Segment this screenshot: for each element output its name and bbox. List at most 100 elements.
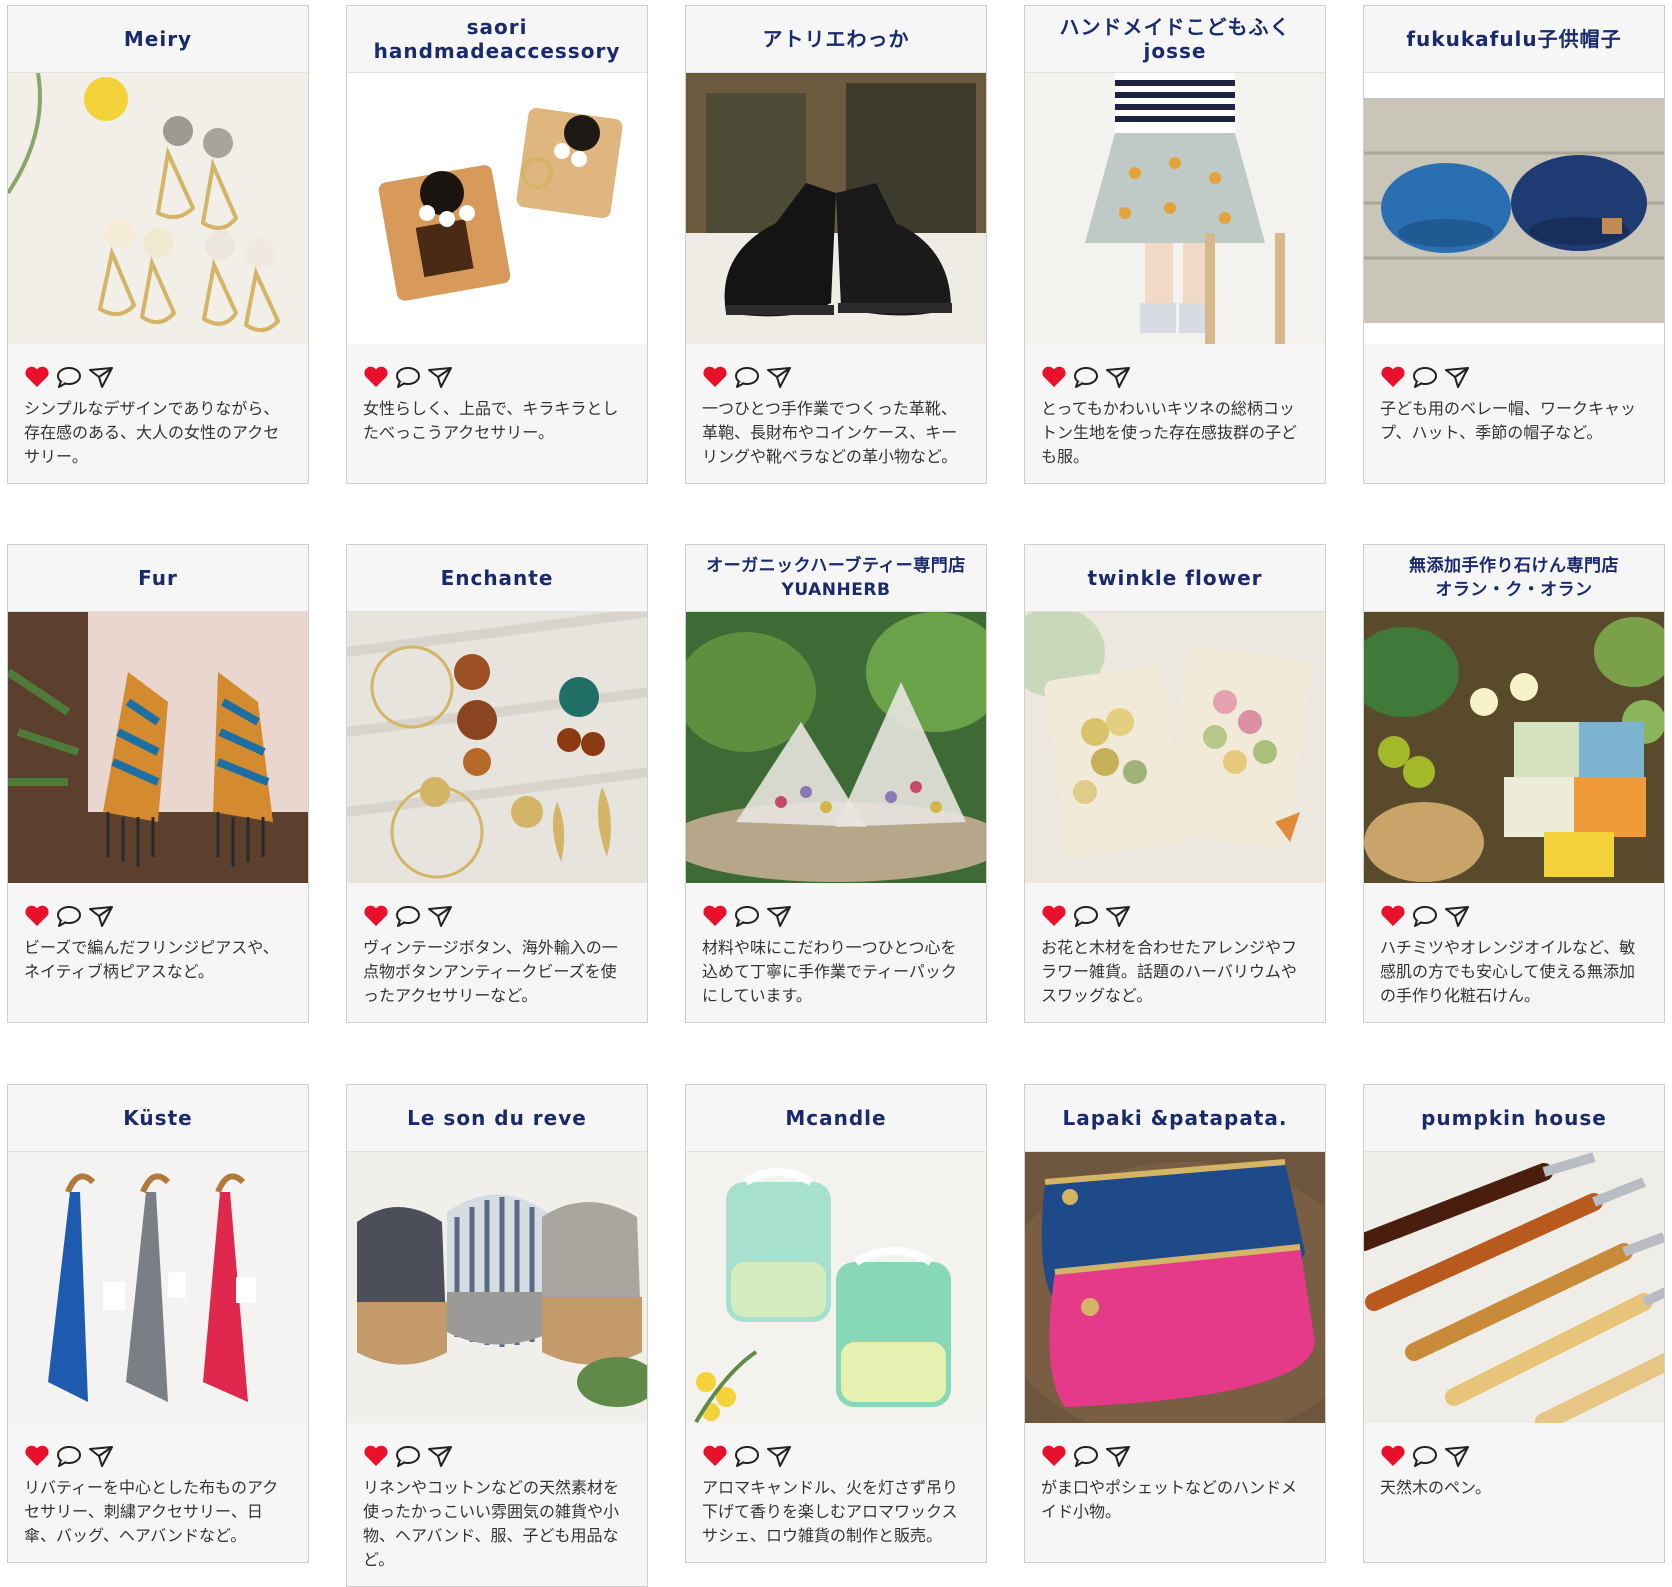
shop-card[interactable]: Fur ビーズで編んだフリンジピアスや、ネイティブ柄ピアスなど。 [7, 544, 309, 1023]
heart-icon[interactable] [24, 366, 50, 388]
action-bar [347, 883, 647, 927]
comment-icon[interactable] [1073, 1445, 1099, 1467]
shop-card[interactable]: Mcandle アロマキャンドル、火を灯さず吊り下げて香りを楽しむアロマワックス… [685, 1084, 987, 1563]
shop-name[interactable]: twinkle flower [1025, 545, 1325, 612]
action-bar [347, 344, 647, 388]
share-icon[interactable] [1444, 366, 1470, 388]
shop-name[interactable]: Fur [8, 545, 308, 612]
shop-card[interactable]: Meiry シンプルなデザインでありながら、存在感のある、大人の女性のアクセサリ… [7, 5, 309, 484]
comment-icon[interactable] [395, 905, 421, 927]
shop-card[interactable]: saori handmadeaccessory 女性らしく、上品で、キラキラとし… [346, 5, 648, 484]
shop-description: 子ども用のベレー帽、ワークキャップ、ハット、季節の帽子など。 [1380, 399, 1637, 442]
shop-card[interactable]: ハンドメイドこどもふくjosse とってもかわいいキツネの総柄コットン生地を使っ… [1024, 5, 1326, 484]
beaded-earrings-photo[interactable] [8, 612, 308, 883]
shop-card[interactable]: twinkle flower お花と木材を合わせたアレンジやフラワー雑貨。話題の… [1024, 544, 1326, 1023]
heart-icon[interactable] [363, 905, 389, 927]
shop-name[interactable]: Enchante [347, 545, 647, 612]
heart-icon[interactable] [702, 1445, 728, 1467]
share-icon[interactable] [88, 366, 114, 388]
shop-name[interactable]: Küste [8, 1085, 308, 1152]
shop-name[interactable]: saori handmadeaccessory [347, 6, 647, 73]
heart-icon[interactable] [702, 366, 728, 388]
comment-icon[interactable] [56, 366, 82, 388]
heart-icon[interactable] [363, 366, 389, 388]
heart-icon[interactable] [1041, 366, 1067, 388]
vintage-buttons-photo[interactable] [347, 612, 647, 883]
tortoiseshell-accessory-photo[interactable] [347, 73, 647, 344]
heart-icon[interactable] [24, 1445, 50, 1467]
comment-icon[interactable] [1412, 905, 1438, 927]
heart-icon[interactable] [1380, 905, 1406, 927]
shop-card[interactable]: pumpkin house 天然木のペン。 [1363, 1084, 1665, 1563]
comment-icon[interactable] [1412, 366, 1438, 388]
comment-icon[interactable] [395, 1445, 421, 1467]
comment-icon[interactable] [1412, 1445, 1438, 1467]
share-icon[interactable] [1105, 1445, 1131, 1467]
comment-icon[interactable] [56, 1445, 82, 1467]
share-icon[interactable] [427, 905, 453, 927]
share-icon[interactable] [427, 366, 453, 388]
shop-name[interactable]: 無添加手作り石けん専門店 オラン・ク・オラン [1364, 545, 1664, 612]
shop-name[interactable]: pumpkin house [1364, 1085, 1664, 1152]
shop-name[interactable]: ハンドメイドこどもふくjosse [1025, 6, 1325, 73]
share-icon[interactable] [766, 1445, 792, 1467]
comment-icon[interactable] [1073, 905, 1099, 927]
shop-card[interactable]: Lapaki &patapata. がま口やポシェットなどのハンドメイド小物。 [1024, 1084, 1326, 1563]
shop-name[interactable]: Meiry [8, 6, 308, 73]
kids-skirt-photo[interactable] [1025, 73, 1325, 344]
heart-icon[interactable] [363, 1445, 389, 1467]
flower-boards-photo[interactable] [1025, 612, 1325, 883]
handmade-soap-photo[interactable] [1364, 612, 1664, 883]
shop-card[interactable]: Küste リバティーを中心とした布ものアクセサリー、刺繍アクセサリー、日傘、バ… [7, 1084, 309, 1563]
heart-icon[interactable] [1041, 1445, 1067, 1467]
comment-icon[interactable] [56, 905, 82, 927]
share-icon[interactable] [88, 905, 114, 927]
candles-photo[interactable] [686, 1152, 986, 1423]
shop-card[interactable]: アトリエわっか 一つひとつ手作業でつくった革靴、革鞄、長財布やコインケース、キー… [685, 5, 987, 484]
heart-icon[interactable] [702, 905, 728, 927]
earrings-photo[interactable] [8, 73, 308, 344]
shop-description: ビーズで編んだフリンジピアスや、ネイティブ柄ピアスなど。 [24, 938, 279, 981]
shop-name[interactable]: fukukafulu子供帽子 [1364, 6, 1664, 73]
share-icon[interactable] [427, 1445, 453, 1467]
leather-shoes-photo[interactable] [686, 73, 986, 344]
shop-card[interactable]: Le son du reve リネンやコットンなどの天然素材を使ったかっこいい雰… [346, 1084, 648, 1587]
shop-description: 一つひとつ手作業でつくった革靴、革鞄、長財布やコインケース、キーリングや靴ベラな… [702, 399, 958, 466]
share-icon[interactable] [1444, 1445, 1470, 1467]
heart-icon[interactable] [1380, 1445, 1406, 1467]
heart-icon[interactable] [24, 905, 50, 927]
shop-card[interactable]: Enchante ヴィンテージボタン、海外輸入の一点物ボタンアンティークビーズを… [346, 544, 648, 1023]
wooden-pens-photo[interactable] [1364, 1152, 1664, 1423]
action-bar [1025, 344, 1325, 388]
shop-name[interactable]: オーガニックハーブティー専門店 YUANHERB [686, 545, 986, 612]
comment-icon[interactable] [734, 905, 760, 927]
shop-description: シンプルなデザインでありながら、存在感のある、大人の女性のアクセサリー。 [24, 399, 280, 466]
share-icon[interactable] [1105, 905, 1131, 927]
share-icon[interactable] [766, 366, 792, 388]
shop-name[interactable]: Le son du reve [347, 1085, 647, 1152]
shop-description: ヴィンテージボタン、海外輸入の一点物ボタンアンティークビーズを使ったアクセサリー… [363, 938, 618, 1005]
share-icon[interactable] [766, 905, 792, 927]
berets-photo[interactable] [1364, 73, 1664, 344]
shop-name[interactable]: アトリエわっか [686, 6, 986, 73]
action-bar [1025, 883, 1325, 927]
heart-icon[interactable] [1041, 905, 1067, 927]
comment-icon[interactable] [734, 1445, 760, 1467]
comment-icon[interactable] [395, 366, 421, 388]
heart-icon[interactable] [1380, 366, 1406, 388]
comment-icon[interactable] [1073, 366, 1099, 388]
action-bar [1364, 344, 1664, 388]
herbal-tea-bags-photo[interactable] [686, 612, 986, 883]
shop-card[interactable]: fukukafulu子供帽子 子ども用のベレー帽、ワークキャップ、ハット、季節の… [1363, 5, 1665, 484]
coin-purses-photo[interactable] [1025, 1152, 1325, 1423]
umbrellas-photo[interactable] [8, 1152, 308, 1423]
shop-name[interactable]: Lapaki &patapata. [1025, 1085, 1325, 1152]
shop-card[interactable]: 無添加手作り石けん専門店 オラン・ク・オラン ハチミツやオレンジオイルなど、敏感… [1363, 544, 1665, 1023]
comment-icon[interactable] [734, 366, 760, 388]
shop-name[interactable]: Mcandle [686, 1085, 986, 1152]
shop-card[interactable]: オーガニックハーブティー専門店 YUANHERB 材料や味にこだわり一つひとつ心… [685, 544, 987, 1023]
share-icon[interactable] [88, 1445, 114, 1467]
drawstring-bags-photo[interactable] [347, 1152, 647, 1423]
share-icon[interactable] [1444, 905, 1470, 927]
share-icon[interactable] [1105, 366, 1131, 388]
